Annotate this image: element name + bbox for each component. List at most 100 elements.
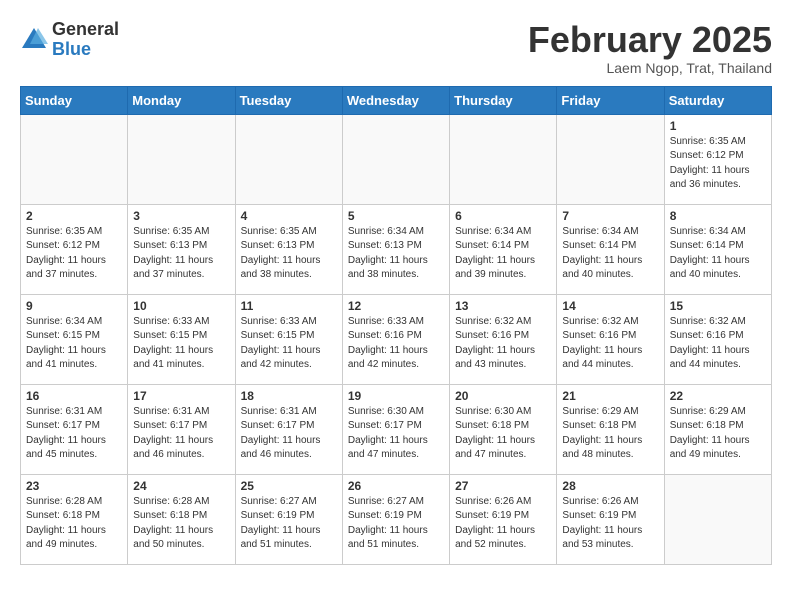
day-number: 5 [348,209,444,223]
title-block: February 2025 Laem Ngop, Trat, Thailand [528,20,772,76]
calendar-cell: 7 Sunrise: 6:34 AM Sunset: 6:14 PM Daylig… [557,204,664,294]
day-info: Sunrise: 6:35 AM Sunset: 6:13 PM Dayligh… [133,225,229,283]
day-info: Sunrise: 6:33 AM Sunset: 6:15 PM Dayligh… [133,315,229,373]
day-number: 4 [241,209,337,223]
day-number: 6 [455,209,551,223]
day-number: 16 [26,389,122,403]
weekday-header-wednesday: Wednesday [342,86,449,114]
logo-blue-text: Blue [52,40,119,60]
day-number: 14 [562,299,658,313]
calendar-cell: 26 Sunrise: 6:27 AM Sunset: 6:19 PM Dayli… [342,474,449,564]
day-info: Sunrise: 6:32 AM Sunset: 6:16 PM Dayligh… [562,315,658,373]
calendar-cell: 25 Sunrise: 6:27 AM Sunset: 6:19 PM Dayli… [235,474,342,564]
calendar-cell: 3 Sunrise: 6:35 AM Sunset: 6:13 PM Daylig… [128,204,235,294]
calendar-cell: 2 Sunrise: 6:35 AM Sunset: 6:12 PM Daylig… [21,204,128,294]
day-info: Sunrise: 6:31 AM Sunset: 6:17 PM Dayligh… [26,405,122,463]
day-number: 1 [670,119,766,133]
calendar-cell: 22 Sunrise: 6:29 AM Sunset: 6:18 PM Dayli… [664,384,771,474]
day-info: Sunrise: 6:30 AM Sunset: 6:18 PM Dayligh… [455,405,551,463]
day-number: 13 [455,299,551,313]
calendar-cell: 19 Sunrise: 6:30 AM Sunset: 6:17 PM Dayli… [342,384,449,474]
calendar-cell: 16 Sunrise: 6:31 AM Sunset: 6:17 PM Dayli… [21,384,128,474]
calendar-cell: 24 Sunrise: 6:28 AM Sunset: 6:18 PM Dayli… [128,474,235,564]
day-info: Sunrise: 6:28 AM Sunset: 6:18 PM Dayligh… [26,495,122,553]
day-number: 15 [670,299,766,313]
day-info: Sunrise: 6:35 AM Sunset: 6:12 PM Dayligh… [26,225,122,283]
day-info: Sunrise: 6:27 AM Sunset: 6:19 PM Dayligh… [241,495,337,553]
day-info: Sunrise: 6:29 AM Sunset: 6:18 PM Dayligh… [562,405,658,463]
calendar-cell [235,114,342,204]
calendar-cell: 14 Sunrise: 6:32 AM Sunset: 6:16 PM Dayli… [557,294,664,384]
day-number: 25 [241,479,337,493]
day-number: 11 [241,299,337,313]
day-number: 2 [26,209,122,223]
page-header: General Blue February 2025 Laem Ngop, Tr… [20,20,772,76]
day-info: Sunrise: 6:34 AM Sunset: 6:13 PM Dayligh… [348,225,444,283]
weekday-header-sunday: Sunday [21,86,128,114]
logo-icon [20,26,48,54]
calendar-cell [450,114,557,204]
day-info: Sunrise: 6:33 AM Sunset: 6:16 PM Dayligh… [348,315,444,373]
day-number: 20 [455,389,551,403]
day-info: Sunrise: 6:32 AM Sunset: 6:16 PM Dayligh… [455,315,551,373]
week-row-5: 23 Sunrise: 6:28 AM Sunset: 6:18 PM Dayli… [21,474,772,564]
calendar-cell: 20 Sunrise: 6:30 AM Sunset: 6:18 PM Dayli… [450,384,557,474]
week-row-1: 1 Sunrise: 6:35 AM Sunset: 6:12 PM Daylig… [21,114,772,204]
day-number: 23 [26,479,122,493]
logo-general-text: General [52,20,119,40]
week-row-4: 16 Sunrise: 6:31 AM Sunset: 6:17 PM Dayli… [21,384,772,474]
calendar-cell: 5 Sunrise: 6:34 AM Sunset: 6:13 PM Daylig… [342,204,449,294]
day-number: 24 [133,479,229,493]
calendar-cell: 28Sunrise: 6:26 AM Sunset: 6:19 PM Dayli… [557,474,664,564]
location-text: Laem Ngop, Trat, Thailand [528,60,772,76]
calendar-cell: 10 Sunrise: 6:33 AM Sunset: 6:15 PM Dayli… [128,294,235,384]
week-row-2: 2 Sunrise: 6:35 AM Sunset: 6:12 PM Daylig… [21,204,772,294]
day-info: Sunrise: 6:33 AM Sunset: 6:15 PM Dayligh… [241,315,337,373]
calendar-cell: 9 Sunrise: 6:34 AM Sunset: 6:15 PM Daylig… [21,294,128,384]
calendar-cell: 8 Sunrise: 6:34 AM Sunset: 6:14 PM Daylig… [664,204,771,294]
logo: General Blue [20,20,119,60]
day-info: Sunrise: 6:31 AM Sunset: 6:17 PM Dayligh… [241,405,337,463]
day-info: Sunrise: 6:34 AM Sunset: 6:15 PM Dayligh… [26,315,122,373]
day-number: 22 [670,389,766,403]
day-info: Sunrise: 6:35 AM Sunset: 6:12 PM Dayligh… [670,135,766,193]
calendar-cell: 1 Sunrise: 6:35 AM Sunset: 6:12 PM Daylig… [664,114,771,204]
calendar-cell: 21 Sunrise: 6:29 AM Sunset: 6:18 PM Dayli… [557,384,664,474]
day-number: 3 [133,209,229,223]
day-info: Sunrise: 6:32 AM Sunset: 6:16 PM Dayligh… [670,315,766,373]
calendar-cell: 11 Sunrise: 6:33 AM Sunset: 6:15 PM Dayli… [235,294,342,384]
day-number: 10 [133,299,229,313]
day-number: 8 [670,209,766,223]
day-number: 26 [348,479,444,493]
week-row-3: 9 Sunrise: 6:34 AM Sunset: 6:15 PM Daylig… [21,294,772,384]
weekday-header-monday: Monday [128,86,235,114]
calendar-cell: 18Sunrise: 6:31 AM Sunset: 6:17 PM Dayli… [235,384,342,474]
month-title: February 2025 [528,20,772,60]
day-info: Sunrise: 6:29 AM Sunset: 6:18 PM Dayligh… [670,405,766,463]
calendar-cell [128,114,235,204]
day-number: 19 [348,389,444,403]
calendar-cell: 17Sunrise: 6:31 AM Sunset: 6:17 PM Dayli… [128,384,235,474]
calendar-cell [557,114,664,204]
calendar-table: SundayMondayTuesdayWednesdayThursdayFrid… [20,86,772,565]
weekday-header-saturday: Saturday [664,86,771,114]
day-info: Sunrise: 6:34 AM Sunset: 6:14 PM Dayligh… [562,225,658,283]
day-info: Sunrise: 6:28 AM Sunset: 6:18 PM Dayligh… [133,495,229,553]
day-info: Sunrise: 6:35 AM Sunset: 6:13 PM Dayligh… [241,225,337,283]
weekday-header-thursday: Thursday [450,86,557,114]
day-number: 7 [562,209,658,223]
day-info: Sunrise: 6:27 AM Sunset: 6:19 PM Dayligh… [348,495,444,553]
day-info: Sunrise: 6:31 AM Sunset: 6:17 PM Dayligh… [133,405,229,463]
day-number: 9 [26,299,122,313]
weekday-header-tuesday: Tuesday [235,86,342,114]
day-info: Sunrise: 6:30 AM Sunset: 6:17 PM Dayligh… [348,405,444,463]
weekday-header-row: SundayMondayTuesdayWednesdayThursdayFrid… [21,86,772,114]
calendar-cell: 13 Sunrise: 6:32 AM Sunset: 6:16 PM Dayli… [450,294,557,384]
day-info: Sunrise: 6:34 AM Sunset: 6:14 PM Dayligh… [670,225,766,283]
day-number: 21 [562,389,658,403]
calendar-cell [21,114,128,204]
calendar-cell: 27Sunrise: 6:26 AM Sunset: 6:19 PM Dayli… [450,474,557,564]
day-info: Sunrise: 6:26 AM Sunset: 6:19 PM Dayligh… [562,495,658,553]
day-info: Sunrise: 6:26 AM Sunset: 6:19 PM Dayligh… [455,495,551,553]
calendar-cell [664,474,771,564]
